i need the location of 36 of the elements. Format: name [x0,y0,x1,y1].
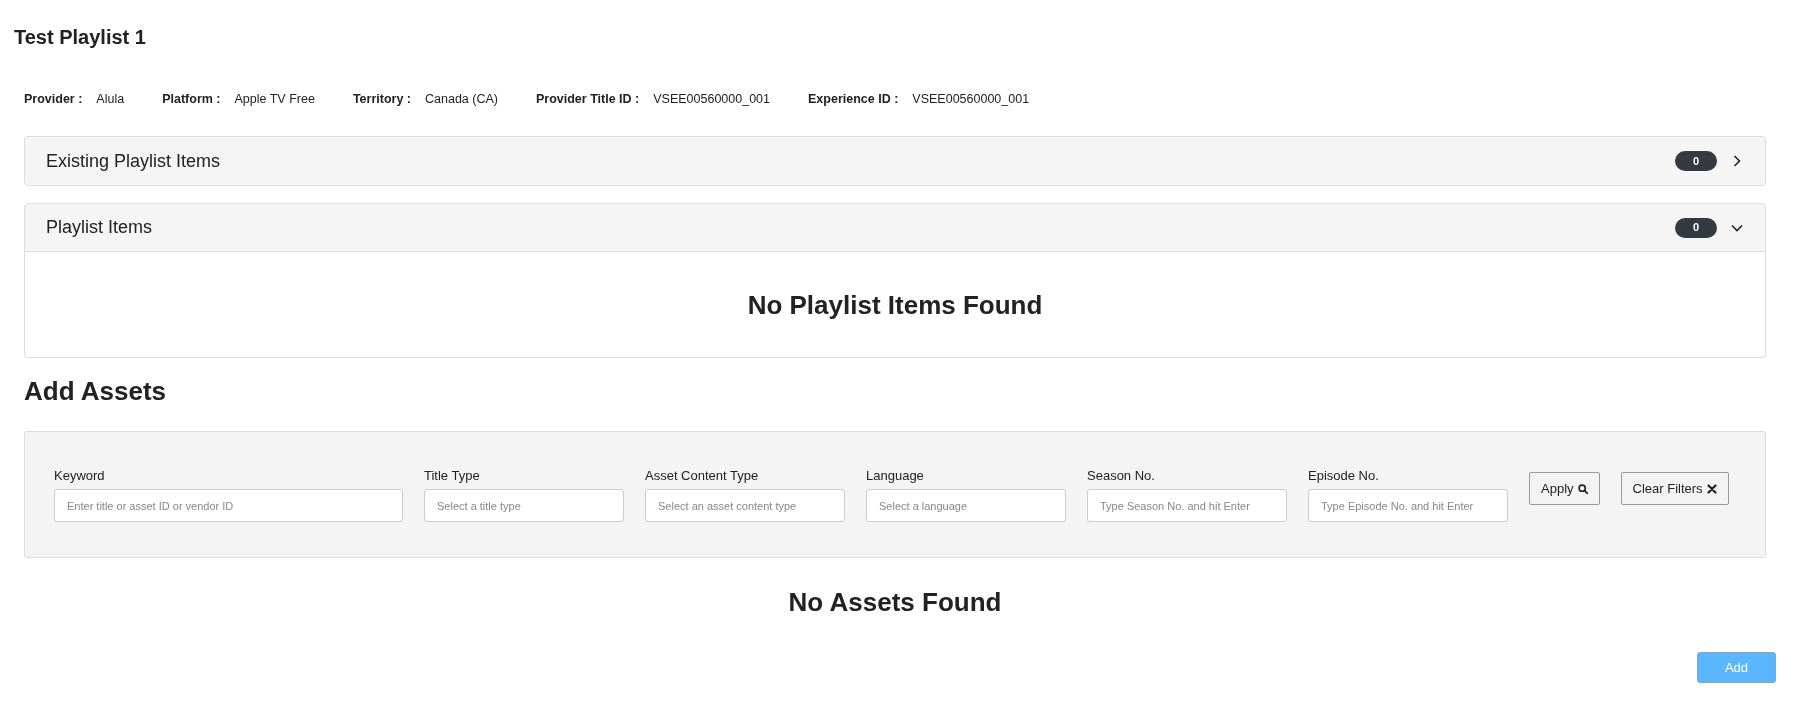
filter-field[interactable]: Select a title type [424,489,624,522]
detail-label: Provider : [24,91,83,108]
page-title: Test Playlist 1 [14,25,146,50]
filter-field[interactable]: Enter title or asset ID or vendor ID [54,489,403,522]
section-title: Existing Playlist Items [46,149,222,173]
detail-value: VSEE00560000_001 [653,91,770,108]
field-label: Title Type [424,468,480,484]
detail-label: Territory : [352,91,411,108]
field-label: Keyword [54,468,105,484]
detail-value: VSEE00560000_001 [912,91,1030,108]
close-icon [1706,483,1717,494]
section-title: Playlist Items [46,216,154,239]
count-badge: 0 [1675,151,1717,171]
field-label: Language [866,468,924,484]
detail-value: Apple TV Free [234,91,315,108]
filter-field[interactable]: Select a language [866,489,1066,522]
field-label: Season No. [1087,468,1155,484]
empty-message: No Assets Found [788,586,1002,618]
section-heading: Add Assets [24,375,167,407]
field-label: Episode No. [1308,468,1379,484]
detail-value: Canada (CA) [425,91,498,108]
apply-button[interactable]: Apply [1529,472,1600,505]
empty-message: No Playlist Items Found [747,288,1043,321]
detail-label: Platform : [162,91,221,108]
detail-label: Provider Title ID : [535,91,640,108]
filter-field[interactable]: Select an asset content type [645,489,845,522]
count-badge: 0 [1675,217,1717,238]
filter-field[interactable]: Type Season No. and hit Enter [1087,489,1287,522]
detail-label: Experience ID : [808,91,899,108]
clear-filters-button[interactable]: Clear Filters [1620,472,1729,505]
search-icon [1577,483,1588,494]
detail-value: Alula [96,91,125,108]
filter-field[interactable]: Type Episode No. and hit Enter [1308,489,1508,522]
field-label: Asset Content Type [645,468,759,484]
accordion-header[interactable]: Existing Playlist Items 0 [24,136,1766,186]
accordion-header[interactable]: Playlist Items 0 [24,203,1766,252]
